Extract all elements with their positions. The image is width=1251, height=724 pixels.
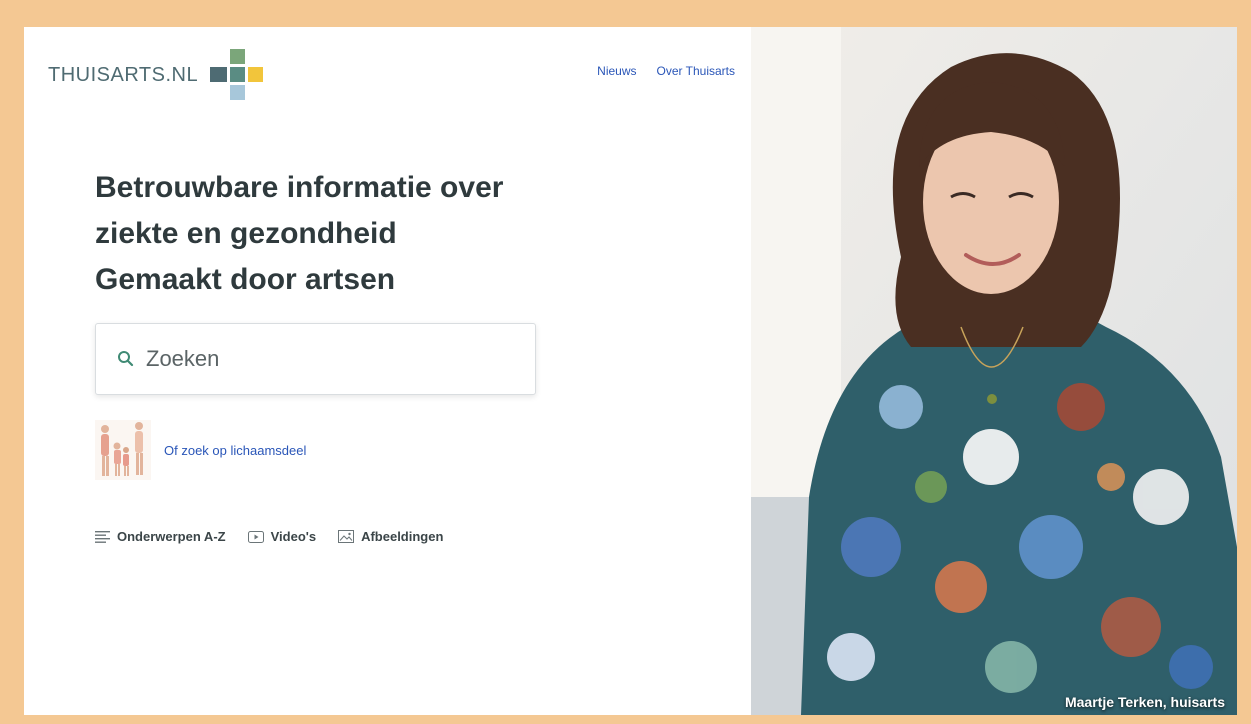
list-icon [95, 530, 110, 543]
body-figures-image[interactable] [95, 420, 151, 480]
quick-links: Onderwerpen A-Z Video's Afbeeldingen [95, 529, 465, 544]
search-icon[interactable] [116, 349, 136, 369]
hero-photo: Maartje Terken, huisarts [751, 27, 1237, 715]
image-icon [338, 530, 355, 543]
play-icon [247, 530, 264, 543]
body-part-search[interactable]: Of zoek op lichaamsdeel [95, 420, 306, 480]
search-box[interactable] [95, 323, 536, 395]
page-frame: THUISARTS.NL Nieuws Over Thuisarts Betro… [24, 27, 1237, 715]
nav-over-thuisarts-link[interactable]: Over Thuisarts [657, 64, 735, 78]
search-input[interactable] [144, 345, 528, 373]
nav-nieuws-link[interactable]: Nieuws [597, 64, 636, 78]
top-nav: Nieuws Over Thuisarts [597, 64, 735, 78]
headline-line-2: ziekte en gezondheid [95, 217, 397, 250]
headline-line-1: Betrouwbare informatie over [95, 171, 504, 204]
headline-line-3: Gemaakt door artsen [95, 263, 396, 296]
videos-label: Video's [270, 529, 317, 544]
images-label: Afbeeldingen [361, 529, 444, 544]
topics-a-z-label: Onderwerpen A-Z [117, 529, 226, 544]
site-logo[interactable]: THUISARTS.NL [48, 49, 266, 101]
left-panel: THUISARTS.NL Nieuws Over Thuisarts Betro… [24, 27, 751, 715]
logo-mark-icon [210, 49, 266, 101]
page-headline: Betrouwbare informatie over ziekte en ge… [95, 165, 503, 303]
images-link[interactable]: Afbeeldingen [338, 529, 443, 544]
topics-a-z-link[interactable]: Onderwerpen A-Z [95, 529, 226, 544]
photo-caption: Maartje Terken, huisarts [1064, 694, 1225, 710]
logo-text: THUISARTS.NL [48, 63, 199, 86]
doctor-portrait-image [751, 27, 1237, 715]
body-search-link[interactable]: Of zoek op lichaamsdeel [164, 443, 306, 458]
videos-link[interactable]: Video's [247, 529, 317, 544]
